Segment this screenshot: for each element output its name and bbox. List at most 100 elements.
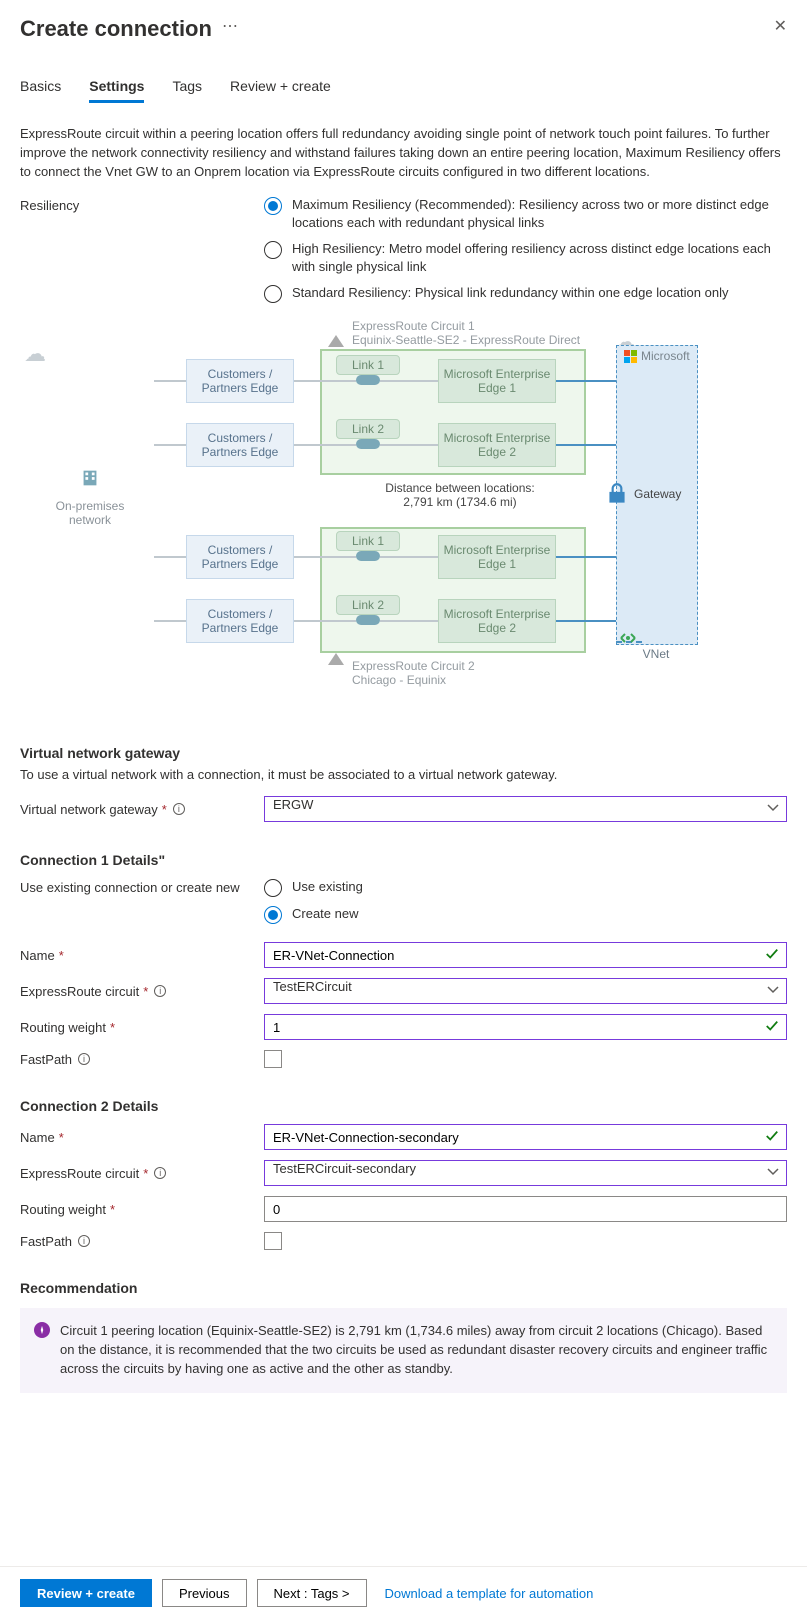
- building-icon: [20, 467, 160, 495]
- info-icon[interactable]: i: [78, 1235, 90, 1247]
- radio-icon: [264, 879, 282, 897]
- conn1-weight-input[interactable]: [264, 1014, 787, 1040]
- conn1-fastpath-checkbox[interactable]: [264, 1050, 282, 1068]
- resiliency-option-maximum[interactable]: Maximum Resiliency (Recommended): Resili…: [264, 196, 787, 232]
- customer-edge-node: Customers / Partners Edge: [186, 535, 294, 579]
- close-icon[interactable]: ✕: [774, 16, 787, 36]
- gateway-icon: [604, 481, 630, 507]
- customer-edge-node: Customers / Partners Edge: [186, 423, 294, 467]
- microsoft-logo-icon: [624, 350, 637, 363]
- circuit1-subtitle: Equinix-Seattle-SE2 - ExpressRoute Direc…: [352, 333, 580, 347]
- triangle-icon: [328, 335, 344, 347]
- circuit2-subtitle: Chicago - Equinix: [352, 673, 475, 687]
- more-icon[interactable]: ⋯: [222, 16, 238, 42]
- cloud-icon: ☁: [24, 341, 46, 367]
- conn1-circuit-label: ExpressRoute circuit: [20, 984, 139, 999]
- conn2-weight-input[interactable]: [264, 1196, 787, 1222]
- link-label: Link 1: [336, 355, 400, 375]
- required-indicator: *: [110, 1020, 115, 1035]
- compass-icon: [34, 1322, 50, 1338]
- conn1-fastpath-label: FastPath: [20, 1052, 72, 1067]
- recommendation-text: Circuit 1 peering location (Equinix-Seat…: [60, 1323, 767, 1376]
- required-indicator: *: [143, 1166, 148, 1181]
- resiliency-option-standard[interactable]: Standard Resiliency: Physical link redun…: [264, 284, 787, 303]
- conn2-circuit-select[interactable]: TestERCircuit-secondary: [264, 1160, 787, 1186]
- microsoft-label: Microsoft: [624, 349, 690, 363]
- page-title: Create connection: [20, 16, 212, 42]
- radio-icon: [264, 241, 282, 259]
- conn1-create-new-option[interactable]: Create new: [264, 905, 787, 924]
- conn2-name-label: Name: [20, 1130, 55, 1145]
- vng-label: Virtual network gateway: [20, 802, 158, 817]
- vng-select[interactable]: ERGW: [264, 796, 787, 822]
- vng-desc: To use a virtual network with a connecti…: [20, 767, 787, 782]
- conn2-circuit-label: ExpressRoute circuit: [20, 1166, 139, 1181]
- triangle-icon: [328, 653, 344, 665]
- previous-button[interactable]: Previous: [162, 1579, 247, 1607]
- port-icon: [356, 439, 380, 449]
- tab-tags[interactable]: Tags: [172, 78, 202, 103]
- info-icon[interactable]: i: [154, 1167, 166, 1179]
- footer: Review + create Previous Next : Tags > D…: [0, 1566, 807, 1619]
- tab-review[interactable]: Review + create: [230, 78, 331, 103]
- ms-edge-node: Microsoft Enterprise Edge 2: [438, 599, 556, 643]
- distance-label: Distance between locations: 2,791 km (17…: [350, 481, 570, 509]
- resiliency-label: Resiliency: [20, 196, 264, 213]
- radio-icon: [264, 285, 282, 303]
- conn1-heading: Connection 1 Details": [20, 852, 787, 868]
- conn1-use-existing-option[interactable]: Use existing: [264, 878, 787, 897]
- conn2-fastpath-checkbox[interactable]: [264, 1232, 282, 1250]
- conn1-use-label: Use existing connection or create new: [20, 880, 240, 895]
- conn2-name-input[interactable]: [264, 1124, 787, 1150]
- radio-label: High Resiliency: Metro model offering re…: [292, 240, 787, 276]
- onprem-label: On-premises network: [20, 467, 160, 527]
- radio-label: Use existing: [292, 878, 787, 896]
- ms-edge-node: Microsoft Enterprise Edge 1: [438, 359, 556, 403]
- link-label: Link 2: [336, 419, 400, 439]
- conn1-name-label: Name: [20, 948, 55, 963]
- customer-edge-node: Customers / Partners Edge: [186, 599, 294, 643]
- gateway-label: Gateway: [634, 487, 681, 501]
- recommendation-heading: Recommendation: [20, 1280, 787, 1296]
- info-icon[interactable]: i: [154, 985, 166, 997]
- conn2-weight-label: Routing weight: [20, 1202, 106, 1217]
- link-label: Link 1: [336, 531, 400, 551]
- port-icon: [356, 615, 380, 625]
- conn1-name-input[interactable]: [264, 942, 787, 968]
- radio-label: Standard Resiliency: Physical link redun…: [292, 284, 787, 302]
- required-indicator: *: [143, 984, 148, 999]
- ms-edge-node: Microsoft Enterprise Edge 1: [438, 535, 556, 579]
- radio-label: Create new: [292, 905, 787, 923]
- conn1-circuit-select[interactable]: TestERCircuit: [264, 978, 787, 1004]
- intro-text: ExpressRoute circuit within a peering lo…: [20, 125, 787, 182]
- tabs: Basics Settings Tags Review + create: [20, 78, 787, 103]
- vnet-label: VNet: [616, 647, 696, 661]
- conn2-fastpath-label: FastPath: [20, 1234, 72, 1249]
- conn1-weight-label: Routing weight: [20, 1020, 106, 1035]
- vnet-icon: [618, 631, 638, 648]
- port-icon: [356, 551, 380, 561]
- tab-basics[interactable]: Basics: [20, 78, 61, 103]
- info-icon[interactable]: i: [173, 803, 185, 815]
- review-create-button[interactable]: Review + create: [20, 1579, 152, 1607]
- required-indicator: *: [59, 1130, 64, 1145]
- conn2-heading: Connection 2 Details: [20, 1098, 787, 1114]
- port-icon: [356, 375, 380, 385]
- radio-icon: [264, 197, 282, 215]
- topology-diagram: ☁ ☁ On-premises network ExpressRoute Cir…: [20, 335, 780, 715]
- vng-heading: Virtual network gateway: [20, 745, 787, 761]
- circuit2-title: ExpressRoute Circuit 2: [352, 659, 475, 673]
- ms-edge-node: Microsoft Enterprise Edge 2: [438, 423, 556, 467]
- radio-label: Maximum Resiliency (Recommended): Resili…: [292, 196, 787, 232]
- radio-icon: [264, 906, 282, 924]
- tab-settings[interactable]: Settings: [89, 78, 144, 103]
- required-indicator: *: [162, 802, 167, 817]
- required-indicator: *: [59, 948, 64, 963]
- info-icon[interactable]: i: [78, 1053, 90, 1065]
- resiliency-option-high[interactable]: High Resiliency: Metro model offering re…: [264, 240, 787, 276]
- circuit1-title: ExpressRoute Circuit 1: [352, 319, 580, 333]
- required-indicator: *: [110, 1202, 115, 1217]
- next-button[interactable]: Next : Tags >: [257, 1579, 367, 1607]
- recommendation-box: Circuit 1 peering location (Equinix-Seat…: [20, 1308, 787, 1393]
- download-template-link[interactable]: Download a template for automation: [385, 1586, 594, 1601]
